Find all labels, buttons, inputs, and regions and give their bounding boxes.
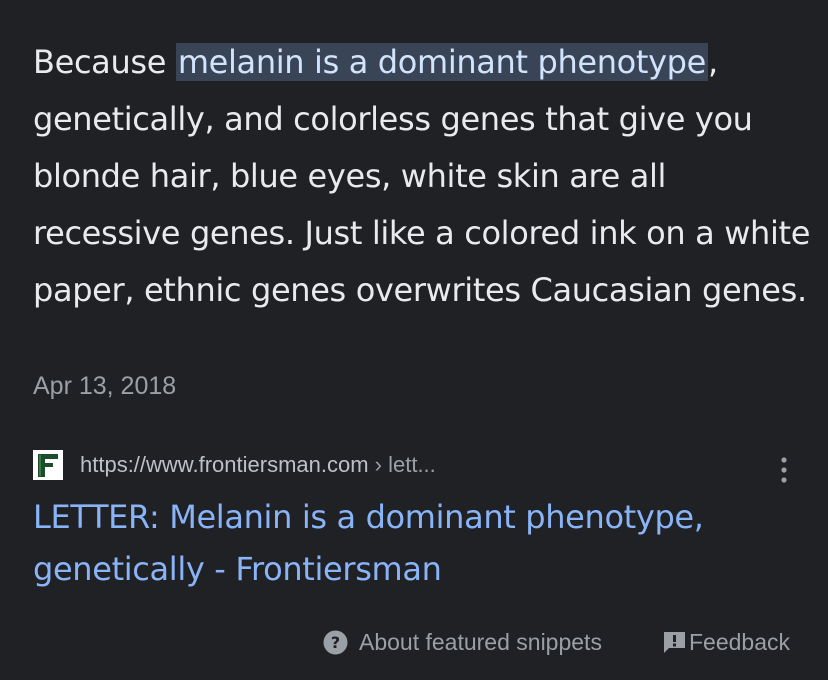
source-url-breadcrumb: › lett... [368,452,436,477]
feedback-label: Feedback [689,628,791,655]
featured-snippet-text: Because melanin is a dominant phenotype,… [33,34,813,319]
result-title-link[interactable]: LETTER: Melanin is a dominant phenotype,… [33,491,813,595]
snippet-highlight: melanin is a dominant phenotype [175,43,708,81]
source-url[interactable]: https://www.frontiersman.com › lett... [80,452,436,478]
snippet-text-before: Because [33,43,176,81]
help-circle-icon: ? [323,630,348,655]
source-url-domain: https://www.frontiersman.com [80,452,369,477]
svg-text:?: ? [331,633,340,652]
frontiersman-f-icon [33,450,63,480]
about-featured-snippets-label: About featured snippets [359,628,602,655]
snippet-text-after: , genetically, and colorless genes that … [33,43,811,309]
source-row: https://www.frontiersman.com › lett... [33,446,803,484]
feedback-button[interactable]: Feedback [662,624,790,660]
page: { "snippet": { "text_before": "Because "… [0,0,828,680]
snippet-date: Apr 13, 2018 [33,372,177,400]
about-featured-snippets-link[interactable]: ? About featured snippets [323,624,602,660]
more-vert-icon[interactable] [779,456,789,484]
feedback-icon [662,630,687,655]
